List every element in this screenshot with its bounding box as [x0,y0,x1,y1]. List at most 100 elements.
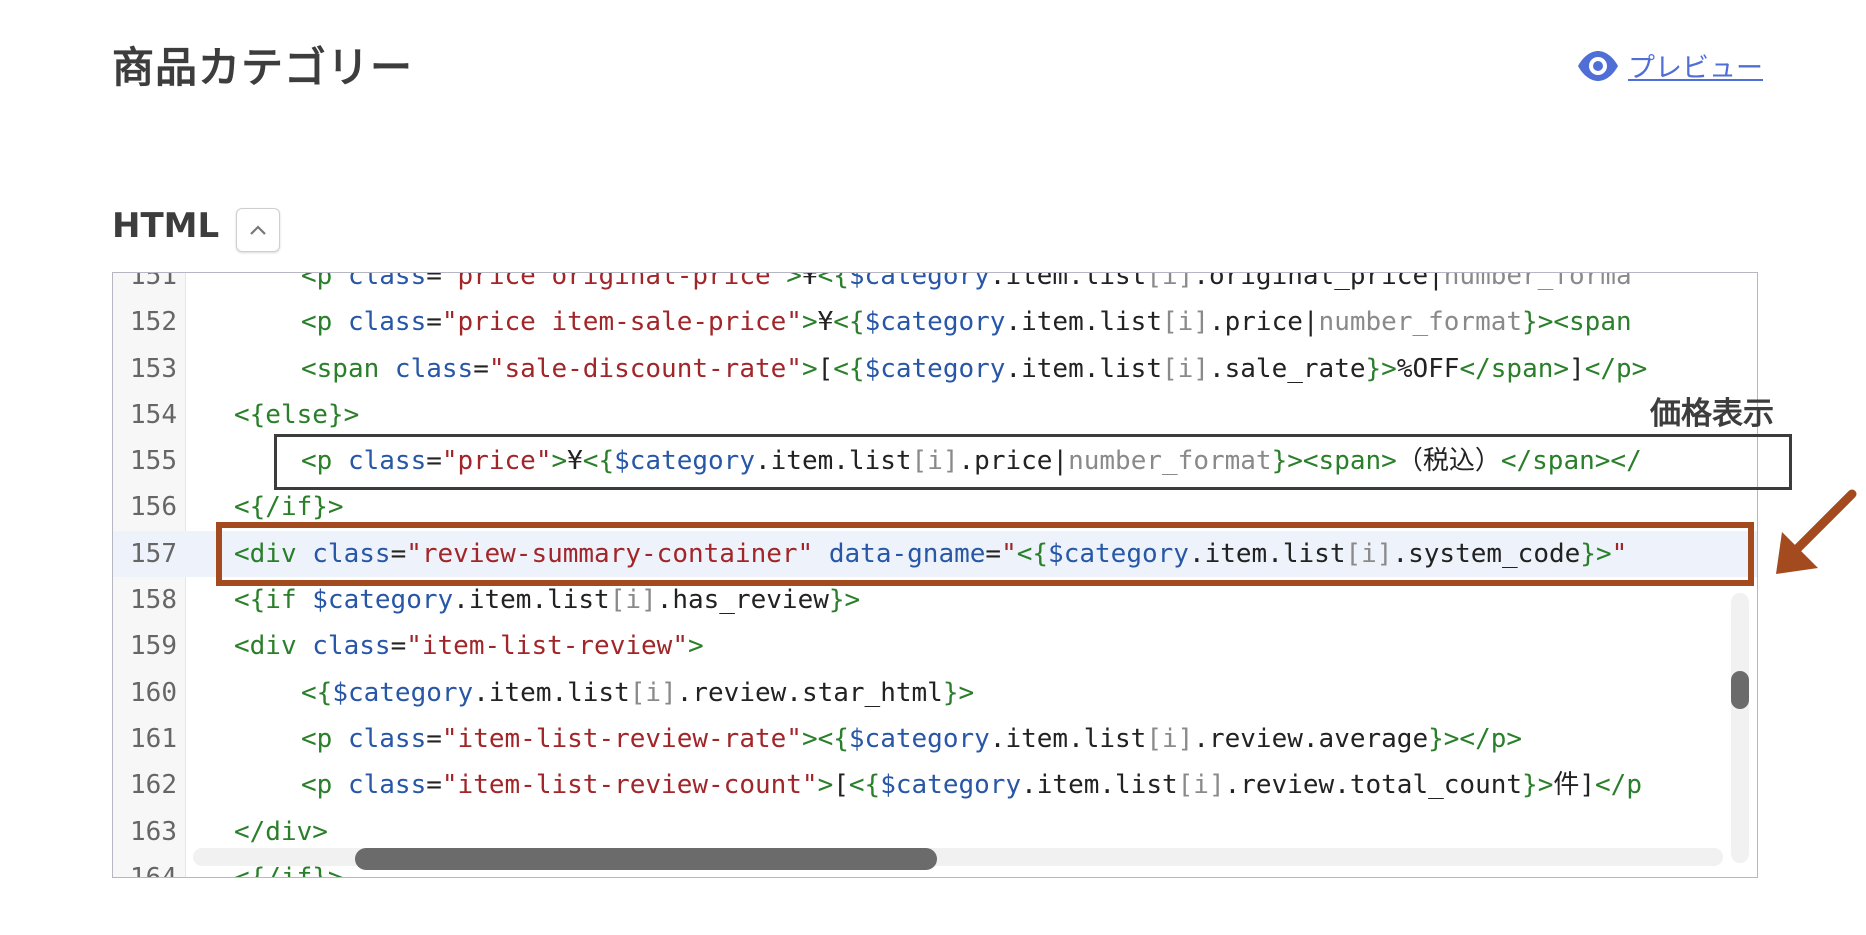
code-token: = [426,272,442,291]
code-token: .price| [1208,307,1319,338]
code-token: class [394,353,474,384]
code-token: <p [301,770,348,801]
code-token: = [426,770,442,801]
code-token: </div> [234,816,328,847]
code-token: .item.list [473,677,630,708]
code-token: = [426,723,442,754]
code-token: = [390,631,407,662]
section-label: HTML [112,206,220,246]
line-number: 162 [130,770,177,801]
chevron-up-icon [250,225,266,235]
code-token: ] [1569,353,1585,384]
code-token: [i] [609,585,657,616]
code-token: <div [234,631,313,662]
code-line[interactable]: 162 <p class="item-list-review-count">[<{… [113,762,1757,808]
code-token: }></p> [1428,723,1523,754]
code-token: <{ [301,677,333,708]
code-token: .item.list [453,585,610,616]
code-token: number_format [1318,307,1523,338]
code-token: <p [301,307,348,338]
line-number: 159 [130,631,177,662]
code-token: ¥ [801,272,818,291]
horizontal-scrollbar-thumb[interactable] [355,848,937,870]
code-token: = [473,353,489,384]
code-text: <p class="item-list-review-rate"><{$cate… [301,716,1522,762]
preview-link[interactable]: プレビュー [1576,46,1763,85]
code-token: </span> [1459,353,1570,384]
code-token: > [687,631,704,662]
code-token: .original_price| [1193,272,1444,291]
code-token: > [801,307,818,338]
line-number: 152 [130,307,177,338]
code-token: <{ [833,307,865,338]
code-token: "price item-sale-price" [441,307,802,338]
code-line[interactable]: 153 <span class="sale-discount-rate">[<{$… [113,346,1757,392]
code-line[interactable]: 152 <p class="price item-sale-price">¥<{$… [113,299,1757,345]
code-token: [i] [1162,307,1209,338]
code-token: "price original-price" [441,272,787,291]
code-token: .item.list [1021,770,1178,801]
code-token: .item.list [989,723,1147,754]
code-line[interactable]: 159 <div class="item-list-review"> [113,623,1757,669]
line-number: 153 [130,353,177,384]
line-number: 163 [130,816,177,847]
line-number: 158 [130,585,177,616]
code-token: <{ [848,770,881,801]
code-token: .item.list [1005,307,1162,338]
code-token: > [801,723,818,754]
code-token: .item.list [989,272,1147,291]
code-token: <{ [833,353,865,384]
code-token: "item-list-review-count" [441,770,818,801]
code-text: <p class="item-list-review-count">[<{$ca… [301,762,1642,808]
code-token: $category [312,585,454,616]
vertical-scrollbar-track[interactable] [1731,593,1749,863]
code-line[interactable]: 161 <p class="item-list-review-rate"><{$c… [113,716,1757,762]
code-token: > [801,353,818,384]
line-number: 164 [130,862,177,878]
code-token: <{ [817,272,849,291]
code-token: $category [864,307,1006,338]
code-token: "item-list-review" [406,631,688,662]
code-text: <div class="item-list-review"> [234,623,704,669]
code-token: .review.star_html [676,677,943,708]
code-token: <p [301,272,348,291]
preview-label[interactable]: プレビュー [1628,46,1763,85]
arrow-icon [1776,489,1857,574]
code-token: }> [942,677,975,708]
code-token: > [817,770,834,801]
code-token: [ [833,770,849,801]
code-token: = [426,307,442,338]
code-text: <{else}> [234,392,359,438]
code-token: .item.list [1005,353,1162,384]
code-token: "sale-discount-rate" [488,353,802,384]
page-title: 商品カテゴリー [112,43,414,92]
code-token: <{if [234,585,313,616]
line-number: 151 [130,272,177,291]
code-token: <{else}> [234,399,360,430]
code-token: </p> [1584,353,1648,384]
code-token: </p [1595,770,1642,801]
code-token: }> [1522,770,1554,801]
code-token: <span [301,353,395,384]
code-token: .review.average [1193,723,1429,754]
code-token: <{/if}> [234,492,344,523]
code-token: class [347,723,427,754]
line-number: 160 [130,677,177,708]
vertical-scrollbar-thumb[interactable] [1731,671,1749,709]
code-token: }> [828,585,861,616]
price-annotation-label: 価格表示 [1650,396,1774,432]
code-token: > [786,272,802,291]
code-token: }><span [1522,307,1632,338]
code-line[interactable]: 151 <p class="price original-price">¥<{$c… [113,272,1757,299]
code-line[interactable]: 154 <{else}> [113,392,1757,438]
code-token: class [312,631,391,662]
code-token: [ [817,353,834,384]
code-token: number_forma [1443,272,1632,291]
code-line[interactable]: 160 <{$category.item.list[i].review.star_… [113,670,1757,716]
code-token: .has_review [656,585,829,616]
collapse-button[interactable] [236,208,280,252]
line-number: 154 [130,399,177,430]
code-text: <{$category.item.list[i].review.star_htm… [301,670,974,716]
code-token: <{ [817,723,849,754]
price-highlight-box [274,434,1792,490]
